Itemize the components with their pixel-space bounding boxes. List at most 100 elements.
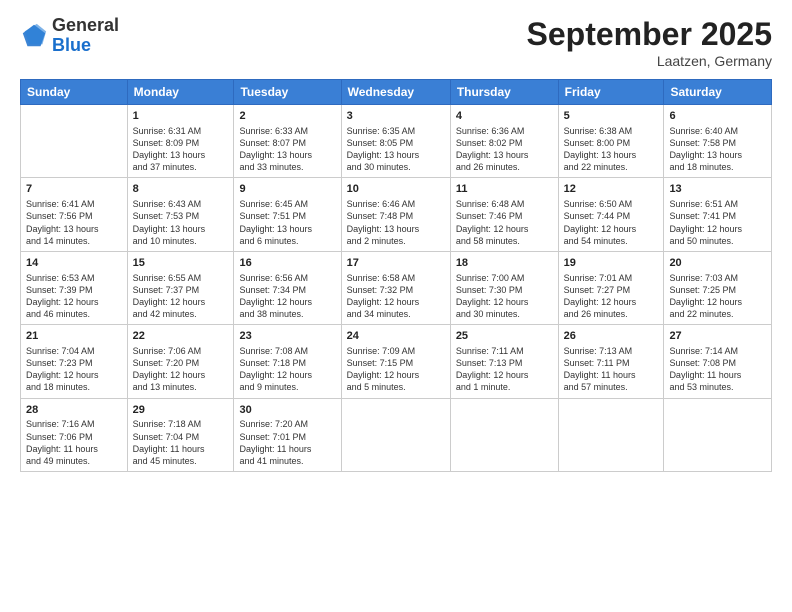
day-number: 26 (564, 329, 659, 344)
table-row: 19Sunrise: 7:01 AMSunset: 7:27 PMDayligh… (558, 251, 664, 324)
col-sunday: Sunday (21, 80, 128, 105)
cell-info: Sunrise: 6:33 AMSunset: 8:07 PMDaylight:… (239, 125, 335, 174)
cell-info: Sunrise: 7:08 AMSunset: 7:18 PMDaylight:… (239, 345, 335, 394)
day-number: 20 (669, 256, 766, 271)
day-number: 7 (26, 182, 122, 197)
table-row: 21Sunrise: 7:04 AMSunset: 7:23 PMDayligh… (21, 325, 128, 398)
cell-info: Sunrise: 6:31 AMSunset: 8:09 PMDaylight:… (133, 125, 229, 174)
day-number: 14 (26, 256, 122, 271)
day-number: 22 (133, 329, 229, 344)
day-number: 8 (133, 182, 229, 197)
table-row: 24Sunrise: 7:09 AMSunset: 7:15 PMDayligh… (341, 325, 450, 398)
cell-info: Sunrise: 6:50 AMSunset: 7:44 PMDaylight:… (564, 198, 659, 247)
cell-info: Sunrise: 7:09 AMSunset: 7:15 PMDaylight:… (347, 345, 445, 394)
day-number: 11 (456, 182, 553, 197)
day-number: 16 (239, 256, 335, 271)
table-row: 10Sunrise: 6:46 AMSunset: 7:48 PMDayligh… (341, 178, 450, 251)
cell-info: Sunrise: 6:51 AMSunset: 7:41 PMDaylight:… (669, 198, 766, 247)
day-number: 17 (347, 256, 445, 271)
table-row: 5Sunrise: 6:38 AMSunset: 8:00 PMDaylight… (558, 105, 664, 178)
col-saturday: Saturday (664, 80, 772, 105)
cell-info: Sunrise: 6:53 AMSunset: 7:39 PMDaylight:… (26, 272, 122, 321)
day-number: 9 (239, 182, 335, 197)
table-row: 6Sunrise: 6:40 AMSunset: 7:58 PMDaylight… (664, 105, 772, 178)
day-number: 10 (347, 182, 445, 197)
logo: General Blue (20, 16, 119, 56)
cell-info: Sunrise: 6:46 AMSunset: 7:48 PMDaylight:… (347, 198, 445, 247)
cell-info: Sunrise: 6:40 AMSunset: 7:58 PMDaylight:… (669, 125, 766, 174)
table-row: 30Sunrise: 7:20 AMSunset: 7:01 PMDayligh… (234, 398, 341, 471)
cell-info: Sunrise: 6:35 AMSunset: 8:05 PMDaylight:… (347, 125, 445, 174)
cell-info: Sunrise: 6:41 AMSunset: 7:56 PMDaylight:… (26, 198, 122, 247)
cell-info: Sunrise: 7:13 AMSunset: 7:11 PMDaylight:… (564, 345, 659, 394)
calendar-week-row: 7Sunrise: 6:41 AMSunset: 7:56 PMDaylight… (21, 178, 772, 251)
calendar-week-row: 21Sunrise: 7:04 AMSunset: 7:23 PMDayligh… (21, 325, 772, 398)
table-row (450, 398, 558, 471)
day-number: 21 (26, 329, 122, 344)
cell-info: Sunrise: 6:38 AMSunset: 8:00 PMDaylight:… (564, 125, 659, 174)
table-row: 14Sunrise: 6:53 AMSunset: 7:39 PMDayligh… (21, 251, 128, 324)
calendar-table: Sunday Monday Tuesday Wednesday Thursday… (20, 79, 772, 472)
col-wednesday: Wednesday (341, 80, 450, 105)
table-row: 16Sunrise: 6:56 AMSunset: 7:34 PMDayligh… (234, 251, 341, 324)
table-row: 23Sunrise: 7:08 AMSunset: 7:18 PMDayligh… (234, 325, 341, 398)
location: Laatzen, Germany (527, 53, 772, 69)
table-row: 15Sunrise: 6:55 AMSunset: 7:37 PMDayligh… (127, 251, 234, 324)
table-row: 13Sunrise: 6:51 AMSunset: 7:41 PMDayligh… (664, 178, 772, 251)
cell-info: Sunrise: 6:58 AMSunset: 7:32 PMDaylight:… (347, 272, 445, 321)
cell-info: Sunrise: 6:48 AMSunset: 7:46 PMDaylight:… (456, 198, 553, 247)
table-row: 22Sunrise: 7:06 AMSunset: 7:20 PMDayligh… (127, 325, 234, 398)
day-number: 6 (669, 109, 766, 124)
cell-info: Sunrise: 7:14 AMSunset: 7:08 PMDaylight:… (669, 345, 766, 394)
day-number: 15 (133, 256, 229, 271)
day-number: 2 (239, 109, 335, 124)
table-row: 20Sunrise: 7:03 AMSunset: 7:25 PMDayligh… (664, 251, 772, 324)
page: General Blue September 2025 Laatzen, Ger… (0, 0, 792, 612)
logo-general-text: General (52, 15, 119, 35)
table-row: 29Sunrise: 7:18 AMSunset: 7:04 PMDayligh… (127, 398, 234, 471)
table-row: 1Sunrise: 6:31 AMSunset: 8:09 PMDaylight… (127, 105, 234, 178)
day-number: 24 (347, 329, 445, 344)
day-number: 29 (133, 403, 229, 418)
calendar-week-row: 28Sunrise: 7:16 AMSunset: 7:06 PMDayligh… (21, 398, 772, 471)
table-row: 2Sunrise: 6:33 AMSunset: 8:07 PMDaylight… (234, 105, 341, 178)
calendar-header-row: Sunday Monday Tuesday Wednesday Thursday… (21, 80, 772, 105)
table-row: 7Sunrise: 6:41 AMSunset: 7:56 PMDaylight… (21, 178, 128, 251)
cell-info: Sunrise: 6:36 AMSunset: 8:02 PMDaylight:… (456, 125, 553, 174)
day-number: 12 (564, 182, 659, 197)
col-thursday: Thursday (450, 80, 558, 105)
table-row: 12Sunrise: 6:50 AMSunset: 7:44 PMDayligh… (558, 178, 664, 251)
table-row (21, 105, 128, 178)
col-tuesday: Tuesday (234, 80, 341, 105)
cell-info: Sunrise: 6:43 AMSunset: 7:53 PMDaylight:… (133, 198, 229, 247)
cell-info: Sunrise: 6:55 AMSunset: 7:37 PMDaylight:… (133, 272, 229, 321)
cell-info: Sunrise: 7:03 AMSunset: 7:25 PMDaylight:… (669, 272, 766, 321)
logo-text: General Blue (52, 16, 119, 56)
table-row: 8Sunrise: 6:43 AMSunset: 7:53 PMDaylight… (127, 178, 234, 251)
day-number: 18 (456, 256, 553, 271)
table-row: 27Sunrise: 7:14 AMSunset: 7:08 PMDayligh… (664, 325, 772, 398)
table-row: 3Sunrise: 6:35 AMSunset: 8:05 PMDaylight… (341, 105, 450, 178)
day-number: 30 (239, 403, 335, 418)
day-number: 5 (564, 109, 659, 124)
table-row: 26Sunrise: 7:13 AMSunset: 7:11 PMDayligh… (558, 325, 664, 398)
cell-info: Sunrise: 6:45 AMSunset: 7:51 PMDaylight:… (239, 198, 335, 247)
cell-info: Sunrise: 7:00 AMSunset: 7:30 PMDaylight:… (456, 272, 553, 321)
table-row (664, 398, 772, 471)
cell-info: Sunrise: 7:16 AMSunset: 7:06 PMDaylight:… (26, 418, 122, 467)
cell-info: Sunrise: 7:01 AMSunset: 7:27 PMDaylight:… (564, 272, 659, 321)
calendar-week-row: 14Sunrise: 6:53 AMSunset: 7:39 PMDayligh… (21, 251, 772, 324)
table-row: 18Sunrise: 7:00 AMSunset: 7:30 PMDayligh… (450, 251, 558, 324)
logo-icon (20, 22, 48, 50)
table-row: 11Sunrise: 6:48 AMSunset: 7:46 PMDayligh… (450, 178, 558, 251)
table-row: 28Sunrise: 7:16 AMSunset: 7:06 PMDayligh… (21, 398, 128, 471)
day-number: 19 (564, 256, 659, 271)
logo-blue-text: Blue (52, 35, 91, 55)
cell-info: Sunrise: 6:56 AMSunset: 7:34 PMDaylight:… (239, 272, 335, 321)
table-row: 17Sunrise: 6:58 AMSunset: 7:32 PMDayligh… (341, 251, 450, 324)
day-number: 28 (26, 403, 122, 418)
cell-info: Sunrise: 7:20 AMSunset: 7:01 PMDaylight:… (239, 418, 335, 467)
day-number: 27 (669, 329, 766, 344)
cell-info: Sunrise: 7:04 AMSunset: 7:23 PMDaylight:… (26, 345, 122, 394)
day-number: 23 (239, 329, 335, 344)
